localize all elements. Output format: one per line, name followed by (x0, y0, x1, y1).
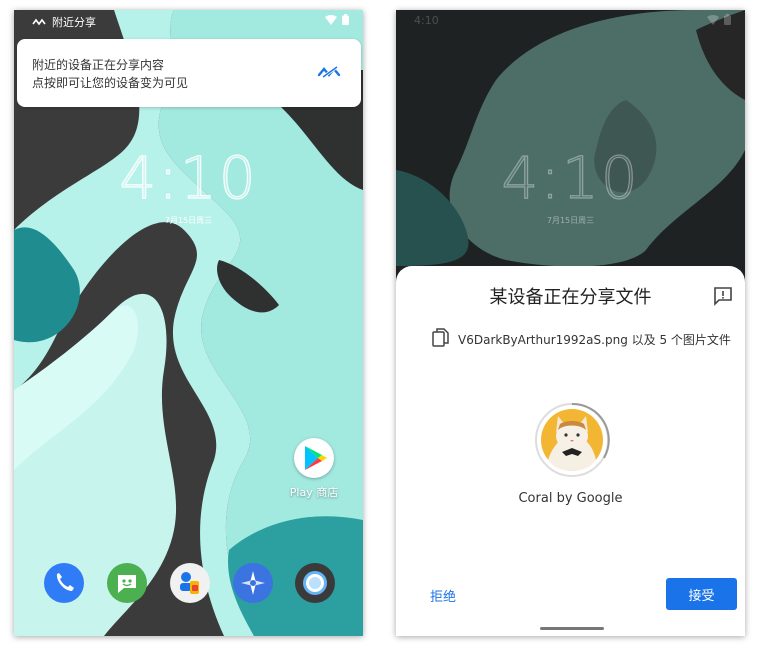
nearby-share-icon (32, 16, 46, 29)
share-screen: 4:10 4:10 7月15日周三 某设备正在分享文件 V6DarkByArth… (396, 10, 745, 636)
sheet-title: 某设备正在分享文件 (489, 287, 652, 308)
camera-lens-icon[interactable] (295, 563, 335, 603)
nearby-share-icon (317, 64, 343, 83)
contacts-icon[interactable] (170, 563, 210, 603)
play-store-label: Play 商店 (289, 486, 339, 499)
feedback-icon[interactable] (713, 286, 733, 310)
battery-icon (724, 14, 731, 28)
copy-files-icon (432, 328, 450, 351)
gesture-navigation-handle[interactable] (540, 627, 604, 630)
sender-device-avatar[interactable] (534, 402, 610, 478)
file-description: V6DarkByArthur1992aS.png 以及 5 个图片文件 (458, 333, 731, 347)
phone-icon[interactable] (44, 563, 84, 603)
status-clock: 4:10 (414, 14, 439, 27)
nearby-share-notification[interactable]: 附近的设备正在分享内容 点按即可让您的设备变为可见 (17, 39, 361, 107)
compass-icon[interactable] (233, 563, 273, 603)
status-bar: 附近分享 (14, 10, 363, 32)
lock-clock: 4:10 (501, 143, 640, 212)
play-store-icon (294, 438, 334, 478)
wifi-icon (325, 14, 337, 28)
messages-icon[interactable] (107, 563, 147, 603)
lock-date: 7月15日周三 (546, 216, 595, 225)
decline-button[interactable]: 拒绝 (430, 586, 456, 605)
accept-button[interactable]: 接受 (666, 578, 737, 610)
lock-date: 7月15日周三 (164, 216, 213, 225)
status-bar: 4:10 (396, 10, 745, 32)
lock-clock: 4:10 (119, 143, 258, 212)
file-info: V6DarkByArthur1992aS.png 以及 5 个图片文件 (432, 328, 731, 351)
battery-icon (342, 14, 349, 28)
play-store-shortcut[interactable]: Play 商店 (282, 438, 346, 500)
notification-line-1: 附近的设备正在分享内容 (32, 58, 165, 72)
status-app-label: 附近分享 (52, 16, 96, 29)
wifi-icon (707, 14, 719, 28)
notification-line-2: 点按即可让您的设备变为可见 (32, 76, 189, 90)
home-screen: 附近分享 附近的设备正在分享内容 点按即可让您的设备变为可见 4:10 7月15… (14, 10, 363, 636)
incoming-share-sheet: 某设备正在分享文件 V6DarkByArthur1992aS.png 以及 5 … (396, 266, 745, 636)
sender-device-name: Coral by Google (518, 491, 623, 506)
